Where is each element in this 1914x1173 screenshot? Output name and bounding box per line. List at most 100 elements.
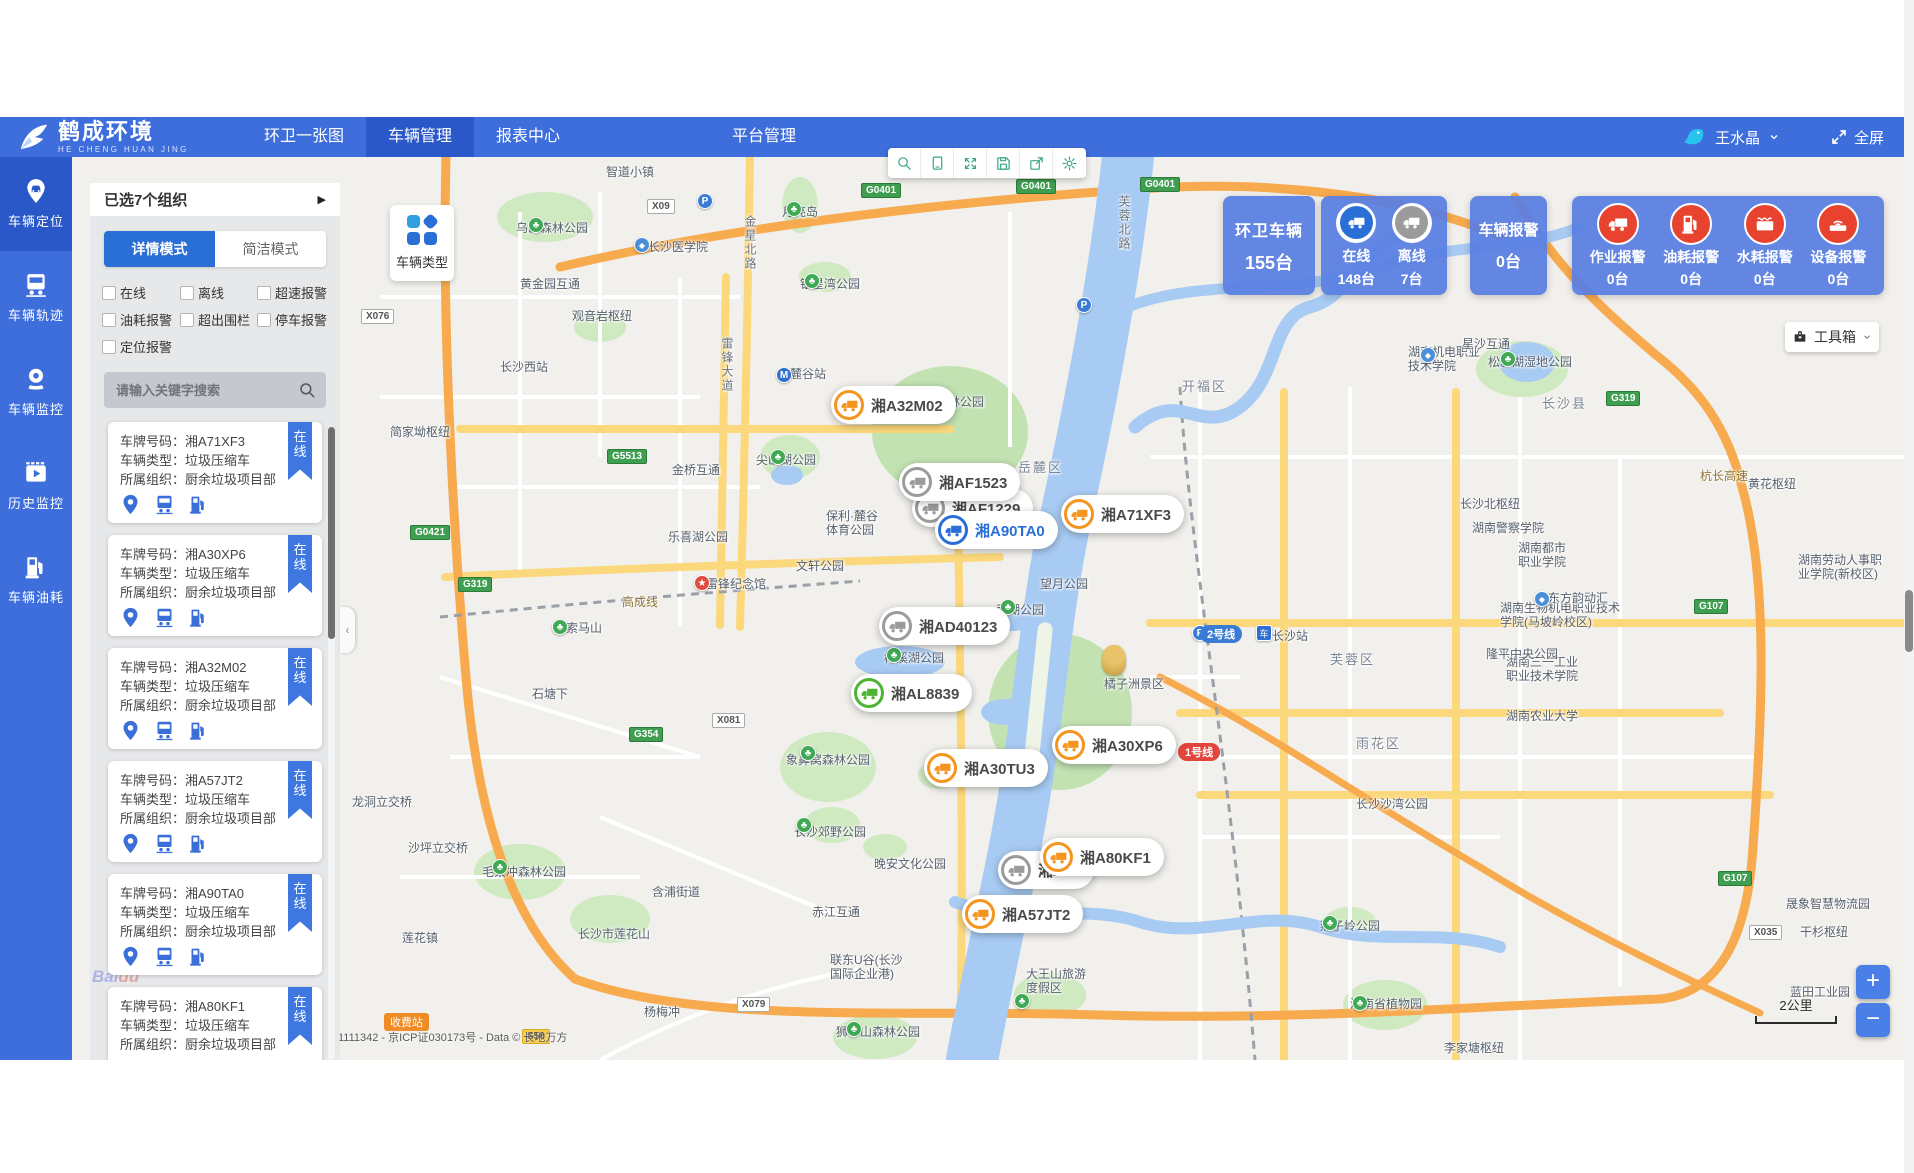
sidebar-item-vehicle-location[interactable]: 车辆定位 (0, 157, 72, 251)
page-scrollbar-thumb[interactable] (1905, 590, 1913, 652)
vehicle-card[interactable]: 车牌号码：湘A90TA0 车辆类型：垃圾压缩车 所属组织：厨余垃圾项目部 在线 (108, 874, 322, 975)
area-search-icon[interactable] (888, 148, 921, 178)
map-place-label: 长沙北枢纽 (1460, 497, 1520, 511)
org-label: 所属组织： (120, 585, 185, 600)
road-shield-badge: G0401 (1016, 179, 1056, 194)
locate-pin-icon[interactable] (120, 720, 141, 741)
device-monitor-icon[interactable] (921, 148, 954, 178)
vehicle-card[interactable]: 车牌号码：湘A32M02 车辆类型：垃圾压缩车 所属组织：厨余垃圾项目部 在线 (108, 648, 322, 749)
vehicle-marker[interactable]: 湘A90TA0 (935, 511, 1058, 549)
truck-icon (1043, 842, 1073, 872)
vehicle-marker-plate: 湘A71XF3 (1101, 504, 1171, 525)
vehicle-card-actions (120, 946, 310, 967)
sidebar-item-vehicle-monitor[interactable]: 车辆监控 (0, 345, 72, 439)
map-zoom-out-button[interactable]: − (1856, 1003, 1890, 1037)
filter-checkbox[interactable]: 超速报警 (257, 283, 340, 302)
organization-selector[interactable]: 已选7个组织 ▶ (90, 183, 340, 216)
vehicle-marker[interactable]: 湘AL8839 (851, 674, 972, 712)
fuel-alarm-pump-icon (1670, 203, 1712, 245)
map-place-label: 石塘下 (532, 687, 568, 701)
nav-tab[interactable]: 报表中心 (474, 117, 582, 157)
nav-tab[interactable]: 平台管理 (710, 117, 818, 157)
share-export-icon[interactable] (1020, 148, 1053, 178)
locate-pin-icon[interactable] (120, 494, 141, 515)
org-value: 厨余垃圾项目部 (185, 698, 276, 713)
filter-checkbox[interactable]: 超出围栏 (180, 310, 257, 329)
panel-collapse-handle[interactable]: ‹ (340, 607, 355, 653)
locate-pin-icon[interactable] (120, 607, 141, 628)
truck-icon (1001, 855, 1031, 885)
track-bus-icon[interactable] (154, 946, 175, 967)
save-icon[interactable] (987, 148, 1020, 178)
locate-pin-icon[interactable] (120, 946, 141, 967)
fuel-pump-icon[interactable] (188, 833, 209, 854)
fullscreen-button[interactable]: 全屏 (1830, 127, 1884, 148)
user-name[interactable]: 王水晶 (1715, 127, 1760, 148)
vehicle-type-button[interactable]: 车辆类型 (390, 205, 454, 281)
vehicle-card[interactable]: 车牌号码：湘A71XF3 车辆类型：垃圾压缩车 所属组织：厨余垃圾项目部 在线 (108, 422, 322, 523)
fuel-alarm: 油耗报警 0台 (1663, 203, 1719, 289)
fuel-alarm-value: 0台 (1680, 269, 1702, 289)
track-bus-icon[interactable] (154, 833, 175, 854)
fullscreen-expand-icon[interactable] (954, 148, 987, 178)
mode-tab[interactable]: 详情模式 (104, 231, 215, 267)
vehicle-marker[interactable]: 湘A30XP6 (1052, 726, 1176, 764)
stats-offline: 离线 7台 (1392, 203, 1432, 289)
map-poi-icon (776, 367, 792, 383)
map-place-label: 乐喜湖公园 (668, 530, 728, 544)
vehicle-marker[interactable]: 湘A32M02 (831, 386, 956, 424)
filter-checkbox[interactable]: 停车报警 (257, 310, 340, 329)
settings-gear-icon[interactable] (1053, 148, 1086, 178)
track-bus-icon[interactable] (154, 494, 175, 515)
road-shield-badge: X035 (1749, 925, 1782, 940)
search-icon[interactable] (298, 381, 316, 399)
track-bus-icon[interactable] (154, 720, 175, 741)
plate-value: 湘A80KF1 (185, 999, 245, 1014)
track-bus-icon[interactable] (154, 607, 175, 628)
nav-tab[interactable]: 车辆管理 (366, 117, 474, 157)
filter-checkbox[interactable]: 油耗报警 (102, 310, 180, 329)
vehicle-marker[interactable]: 湘A71XF3 (1061, 495, 1184, 533)
toolbox-button[interactable]: 工具箱 (1785, 322, 1879, 352)
mode-tab[interactable]: 简洁模式 (215, 231, 326, 267)
vehicle-card[interactable]: 车牌号码：湘A80KF1 车辆类型：垃圾压缩车 所属组织：厨余垃圾项目部 在线 (108, 987, 322, 1060)
checkbox-box (102, 313, 116, 327)
map-poi-icon (552, 619, 568, 635)
filter-checkbox[interactable]: 在线 (102, 283, 180, 302)
page-scrollbar[interactable] (1904, 0, 1914, 1173)
filter-checkbox[interactable]: 定位报警 (102, 337, 180, 356)
search-input[interactable] (104, 372, 326, 408)
panel-scrollbar[interactable] (328, 427, 335, 1060)
vehicle-card[interactable]: 车牌号码：湘A30XP6 车辆类型：垃圾压缩车 所属组织：厨余垃圾项目部 在线 (108, 535, 322, 636)
vehicle-marker[interactable]: 湘AD40123 (879, 607, 1010, 645)
sidebar-item-vehicle-track[interactable]: 车辆轨迹 (0, 251, 72, 345)
chevron-down-icon[interactable] (1768, 131, 1780, 143)
map-place-label: 望月公园 (1040, 577, 1088, 591)
vehicle-marker[interactable]: 湘A57JT2 (962, 895, 1083, 933)
locate-pin-icon[interactable] (120, 833, 141, 854)
track-bus-icon[interactable] (154, 1059, 175, 1060)
vehicle-marker[interactable]: 湘A30TU3 (924, 749, 1048, 787)
map-zoom-in-button[interactable]: + (1856, 965, 1890, 999)
map-place-label: 湖南都市 职业学院 (1518, 541, 1566, 569)
fuel-pump-icon[interactable] (188, 720, 209, 741)
plate-label: 车牌号码： (120, 547, 185, 562)
sidebar-item-vehicle-fuel[interactable]: 车辆油耗 (0, 533, 72, 627)
fuel-pump-icon[interactable] (188, 1059, 209, 1060)
fuel-pump-icon[interactable] (188, 946, 209, 967)
vehicle-marker[interactable]: 湘A80KF1 (1040, 838, 1164, 876)
panel-scrollbar-thumb[interactable] (328, 427, 335, 639)
road-shield-badge: G107 (1718, 871, 1752, 886)
nav-tab[interactable]: 环卫一张图 (242, 117, 366, 157)
vehicle-marker[interactable]: 湘AF1523 (899, 463, 1020, 501)
road-shield-badge: X081 (712, 713, 745, 728)
fuel-pump-icon[interactable] (188, 494, 209, 515)
stats-vehicle-alarm-panel: 车辆报警 0台 (1470, 196, 1547, 295)
sidebar-item-history-monitor[interactable]: 历史监控 (0, 439, 72, 533)
road-shield-badge: G107 (1694, 599, 1728, 614)
filter-checkbox[interactable]: 离线 (180, 283, 257, 302)
vehicle-card[interactable]: 车牌号码：湘A57JT2 车辆类型：垃圾压缩车 所属组织：厨余垃圾项目部 在线 (108, 761, 322, 862)
vehicle-card-actions (120, 720, 310, 741)
locate-pin-icon[interactable] (120, 1059, 141, 1060)
fuel-pump-icon[interactable] (188, 607, 209, 628)
